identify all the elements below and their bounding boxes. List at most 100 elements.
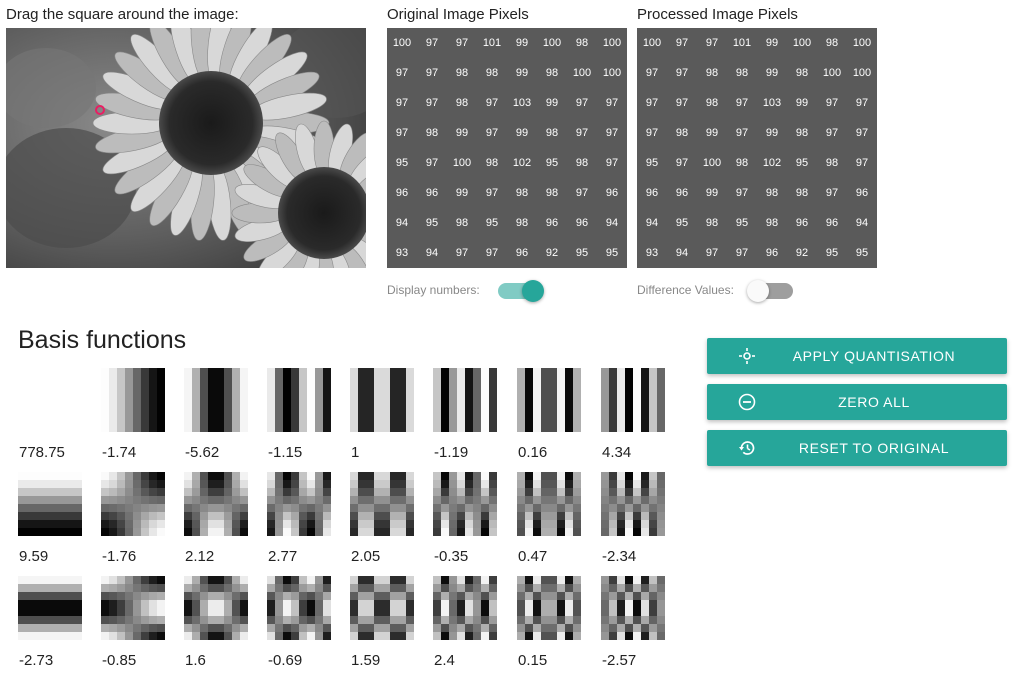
basis-pattern: [433, 576, 497, 640]
minus-circle-icon: [738, 393, 756, 411]
basis-pattern: [433, 472, 497, 536]
pixel-cell: 94: [395, 217, 409, 229]
basis-function-tile[interactable]: [184, 368, 248, 432]
reset-to-original-button[interactable]: RESET TO ORIGINAL: [707, 430, 1007, 466]
basis-pattern: [433, 368, 497, 432]
pixel-cell: 97: [425, 67, 439, 79]
pixel-cell: 97: [575, 97, 589, 109]
pixel-cell: 103: [512, 97, 532, 109]
pixel-cell: 98: [425, 127, 439, 139]
basis-function-tile[interactable]: [350, 368, 414, 432]
pixel-cell: 97: [485, 97, 499, 109]
basis-function-tile[interactable]: [101, 472, 165, 536]
basis-coefficient: -1.19: [434, 444, 469, 461]
basis-coefficient: -1.76: [102, 548, 137, 565]
basis-function-tile[interactable]: [267, 472, 331, 536]
drag-square[interactable]: [95, 105, 105, 115]
pixel-cell: 97: [825, 127, 839, 139]
apply-quantisation-button[interactable]: APPLY QUANTISATION: [707, 338, 1007, 374]
pixel-cell: 95: [675, 217, 689, 229]
basis-function-tile[interactable]: [350, 576, 414, 640]
original-pixels-title: Original Image Pixels: [387, 6, 529, 23]
basis-pattern: [350, 576, 414, 640]
basis-pattern: [350, 368, 414, 432]
basis-coefficient: -0.35: [434, 548, 469, 565]
pixel-cell: 96: [855, 187, 869, 199]
pixel-cell: 97: [825, 97, 839, 109]
difference-values-toggle[interactable]: [747, 280, 793, 302]
pixel-cell: 95: [395, 157, 409, 169]
zero-all-button[interactable]: ZERO ALL: [707, 384, 1007, 420]
basis-function-tile[interactable]: [267, 368, 331, 432]
pixel-cell: 97: [675, 37, 689, 49]
quantise-icon: [739, 348, 755, 364]
pixel-cell: 98: [735, 157, 749, 169]
pixel-cell: 97: [395, 97, 409, 109]
basis-coefficient: 778.75: [19, 444, 65, 461]
basis-pattern: [184, 576, 248, 640]
basis-function-tile[interactable]: [517, 472, 581, 536]
basis-function-tile[interactable]: [18, 368, 82, 432]
pixel-cell: 100: [642, 37, 662, 49]
pixel-cell: 97: [605, 157, 619, 169]
basis-function-tile[interactable]: [517, 368, 581, 432]
basis-coefficient: 0.47: [518, 548, 548, 565]
pixel-cell: 97: [425, 157, 439, 169]
pixel-cell: 97: [855, 127, 869, 139]
basis-pattern: [601, 472, 665, 536]
basis-function-tile[interactable]: [350, 472, 414, 536]
pixel-cell: 97: [645, 67, 659, 79]
basis-function-tile[interactable]: [601, 472, 665, 536]
pixel-cell: 96: [645, 187, 659, 199]
sunflower-image: [6, 28, 366, 268]
basis-pattern: [601, 576, 665, 640]
toggle-knob: [522, 280, 544, 302]
basis-coefficient: -5.62: [185, 444, 220, 461]
basis-function-tile[interactable]: [601, 368, 665, 432]
basis-function-tile[interactable]: [433, 576, 497, 640]
pixel-cell: 93: [395, 247, 409, 259]
basis-function-tile[interactable]: [433, 368, 497, 432]
basis-pattern: [184, 472, 248, 536]
pixel-cell: 98: [705, 217, 719, 229]
pixel-cell: 99: [455, 187, 469, 199]
pixel-cell: 98: [825, 37, 839, 49]
basis-function-tile[interactable]: [101, 368, 165, 432]
difference-values-label: Difference Values:: [637, 283, 734, 297]
display-numbers-toggle[interactable]: [498, 280, 544, 302]
display-numbers-label: Display numbers:: [387, 283, 480, 297]
basis-function-tile[interactable]: [601, 576, 665, 640]
pixel-cell: 97: [395, 67, 409, 79]
basis-function-tile[interactable]: [517, 576, 581, 640]
pixel-cell: 97: [425, 97, 439, 109]
pixel-cell: 98: [455, 67, 469, 79]
basis-pattern: [350, 472, 414, 536]
pixel-cell: 94: [645, 217, 659, 229]
basis-function-tile[interactable]: [267, 576, 331, 640]
source-image[interactable]: [6, 28, 366, 268]
pixel-cell: 97: [825, 187, 839, 199]
basis-function-tile[interactable]: [184, 472, 248, 536]
pixel-cell: 96: [515, 247, 529, 259]
pixel-cell: 100: [542, 37, 562, 49]
pixel-cell: 98: [485, 157, 499, 169]
basis-coefficient: -2.73: [19, 652, 54, 669]
pixel-cell: 99: [765, 127, 779, 139]
basis-function-tile[interactable]: [184, 576, 248, 640]
pixel-cell: 95: [855, 247, 869, 259]
pixel-cell: 98: [515, 217, 529, 229]
pixel-cell: 100: [822, 67, 842, 79]
pixel-cell: 95: [575, 247, 589, 259]
pixel-cell: 95: [795, 157, 809, 169]
basis-function-tile[interactable]: [433, 472, 497, 536]
basis-pattern: [101, 472, 165, 536]
basis-function-tile[interactable]: [101, 576, 165, 640]
basis-function-tile[interactable]: [18, 576, 82, 640]
basis-function-tile[interactable]: [18, 472, 82, 536]
pixel-cell: 97: [855, 157, 869, 169]
pixel-cell: 100: [702, 157, 722, 169]
pixel-cell: 96: [545, 217, 559, 229]
pixel-cell: 92: [795, 247, 809, 259]
pixel-cell: 94: [605, 217, 619, 229]
pixel-cell: 96: [575, 217, 589, 229]
